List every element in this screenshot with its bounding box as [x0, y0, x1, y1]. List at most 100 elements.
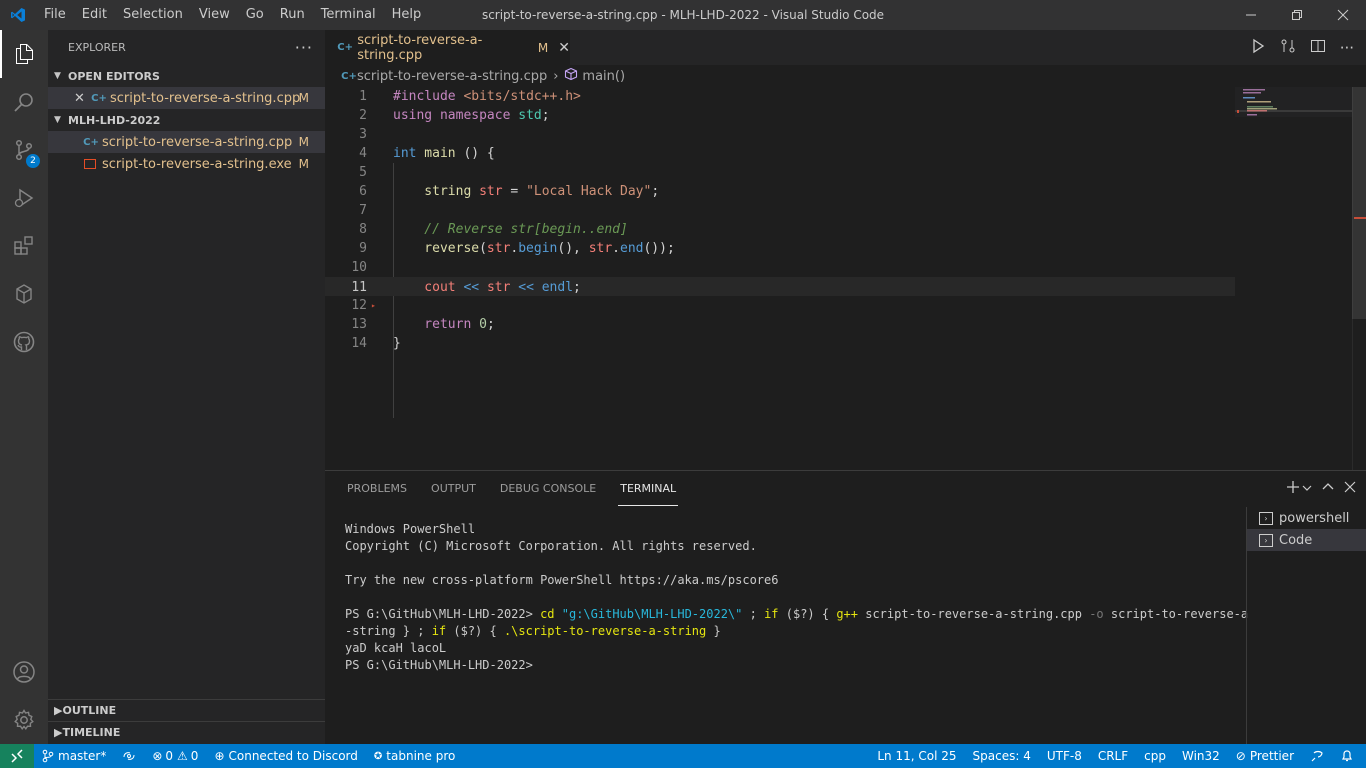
- scrollbar-thumb[interactable]: [1352, 87, 1366, 319]
- menu-file[interactable]: File: [36, 0, 74, 30]
- run-icon[interactable]: [1250, 38, 1266, 58]
- code-token: () {: [455, 146, 495, 161]
- fold-marker-icon: ▸: [371, 301, 376, 310]
- terminal-instance-powershell[interactable]: › powershell: [1247, 507, 1366, 529]
- maximize-panel-icon[interactable]: [1322, 481, 1334, 497]
- menu-terminal[interactable]: Terminal: [313, 0, 384, 30]
- close-icon[interactable]: ✕: [74, 91, 88, 106]
- breadcrumb-symbol[interactable]: main(): [582, 69, 625, 84]
- open-editors-section[interactable]: ▼ OPEN EDITORS: [48, 65, 325, 87]
- breadcrumb-file[interactable]: script-to-reverse-a-string.cpp: [357, 69, 547, 84]
- new-terminal-icon[interactable]: [1286, 480, 1300, 498]
- file-item-cpp[interactable]: C+ script-to-reverse-a-string.cpp M: [48, 131, 325, 153]
- scrollbar-marker: [1354, 217, 1366, 219]
- chevron-down-icon: ▼: [54, 115, 61, 125]
- terminal-output[interactable]: Windows PowerShell Copyright (C) Microso…: [345, 521, 1248, 674]
- split-editor-icon[interactable]: [1310, 38, 1326, 58]
- chevron-down-icon[interactable]: [1302, 482, 1312, 497]
- line-number: 10: [351, 260, 367, 275]
- tabnine-status[interactable]: ✪ tabnine pro: [366, 744, 463, 768]
- menu-go[interactable]: Go: [238, 0, 272, 30]
- file-item-exe[interactable]: script-to-reverse-a-string.exe M: [48, 153, 325, 175]
- modified-badge: M: [298, 157, 309, 171]
- menu-view[interactable]: View: [191, 0, 238, 30]
- tab-problems[interactable]: PROBLEMS: [335, 471, 419, 507]
- line-number: 3: [359, 127, 367, 142]
- source-control-icon[interactable]: 2: [0, 126, 48, 174]
- close-window-button[interactable]: [1320, 0, 1366, 30]
- branch-status[interactable]: master*: [34, 744, 114, 768]
- line-ending[interactable]: CRLF: [1090, 744, 1136, 768]
- editor-tabs: C+ script-to-reverse-a-string.cpp M ✕ ··…: [325, 30, 1366, 65]
- folder-section[interactable]: ▼ MLH-LHD-2022: [48, 109, 325, 131]
- editor-scrollbar[interactable]: [1352, 87, 1366, 470]
- branch-name: master*: [58, 749, 107, 763]
- settings-gear-icon[interactable]: [0, 696, 48, 744]
- cursor-position[interactable]: Ln 11, Col 25: [869, 744, 964, 768]
- accounts-icon[interactable]: [0, 648, 48, 696]
- timeline-section[interactable]: ▶ TIMELINE: [48, 721, 325, 743]
- tab-terminal[interactable]: TERMINAL: [608, 471, 688, 507]
- restore-button[interactable]: [1274, 0, 1320, 30]
- terminal-blank: [345, 589, 1235, 606]
- explorer-icon[interactable]: [0, 30, 48, 78]
- code-token: <bits/stdc++.h>: [455, 89, 581, 104]
- github-icon[interactable]: [0, 318, 48, 366]
- error-icon: ⊗: [152, 749, 163, 763]
- prettier-status[interactable]: ⊘ Prettier: [1228, 744, 1302, 768]
- more-actions-icon[interactable]: ···: [1340, 39, 1354, 57]
- code-token: begin: [518, 241, 558, 256]
- terminal-blank: [345, 555, 1235, 572]
- editor-tab[interactable]: C+ script-to-reverse-a-string.cpp M ✕: [325, 30, 570, 65]
- code-token: using: [393, 108, 433, 123]
- remote-indicator-icon[interactable]: [0, 744, 34, 768]
- chevron-right-icon: ▶: [54, 704, 63, 717]
- discord-status[interactable]: ⊕ Connected to Discord: [206, 744, 365, 768]
- indentation[interactable]: Spaces: 4: [965, 744, 1039, 768]
- cube-icon: [564, 67, 578, 85]
- file-name: script-to-reverse-a-string.cpp: [102, 134, 293, 150]
- feedback-icon[interactable]: [1302, 744, 1332, 768]
- tab-debug-console[interactable]: DEBUG CONSOLE: [488, 471, 608, 507]
- terminal-instance-code[interactable]: › Code: [1247, 529, 1366, 551]
- compare-changes-icon[interactable]: [1280, 38, 1296, 58]
- menu-edit[interactable]: Edit: [74, 0, 115, 30]
- menu-run[interactable]: Run: [272, 0, 313, 30]
- minimap[interactable]: [1235, 87, 1353, 470]
- terminal-instance-label: powershell: [1279, 510, 1350, 526]
- menu-help[interactable]: Help: [384, 0, 430, 30]
- line-number: 2: [359, 108, 367, 123]
- menu-selection[interactable]: Selection: [115, 0, 191, 30]
- line-number: 13: [351, 317, 367, 332]
- open-editor-item[interactable]: ✕ C+ script-to-reverse-a-string.cpp M: [48, 87, 325, 109]
- minimize-button[interactable]: [1228, 0, 1274, 30]
- source-control-badge: 2: [26, 154, 40, 168]
- outline-section[interactable]: ▶ OUTLINE: [48, 699, 325, 721]
- current-code-line: 11 cout << str << endl;: [325, 277, 1235, 296]
- code-editor[interactable]: 1 #include <bits/stdc++.h> 2 using names…: [325, 87, 1366, 470]
- code-line: 14 }: [325, 334, 1235, 353]
- encoding[interactable]: UTF-8: [1039, 744, 1090, 768]
- code-line: 13 return 0;: [325, 315, 1235, 334]
- terminal-token: g++: [836, 607, 858, 621]
- code-token: return: [393, 317, 472, 332]
- problems-status[interactable]: ⊗ 0 ⚠ 0: [144, 744, 206, 768]
- terminal-token: if: [764, 607, 779, 621]
- close-panel-icon[interactable]: [1344, 481, 1356, 497]
- breadcrumb: C+ script-to-reverse-a-string.cpp › main…: [325, 65, 1366, 87]
- tab-output[interactable]: OUTPUT: [419, 471, 488, 507]
- tab-close-icon[interactable]: ✕: [558, 40, 570, 56]
- status-bar: master* ⊗ 0 ⚠ 0 ⊕ Connected to Discord ✪…: [0, 744, 1366, 768]
- more-actions-icon[interactable]: ···: [295, 38, 313, 57]
- code-token: ());: [643, 241, 675, 256]
- notifications-bell-icon[interactable]: [1332, 744, 1362, 768]
- run-debug-icon[interactable]: [0, 174, 48, 222]
- remote-explorer-icon[interactable]: [0, 270, 48, 318]
- terminal-token: ($?) {: [446, 624, 504, 638]
- extensions-icon[interactable]: [0, 222, 48, 270]
- search-icon[interactable]: [0, 78, 48, 126]
- platform[interactable]: Win32: [1174, 744, 1228, 768]
- language-mode[interactable]: cpp: [1136, 744, 1174, 768]
- sync-status[interactable]: [114, 744, 144, 768]
- terminal-list: › powershell › Code: [1246, 507, 1366, 745]
